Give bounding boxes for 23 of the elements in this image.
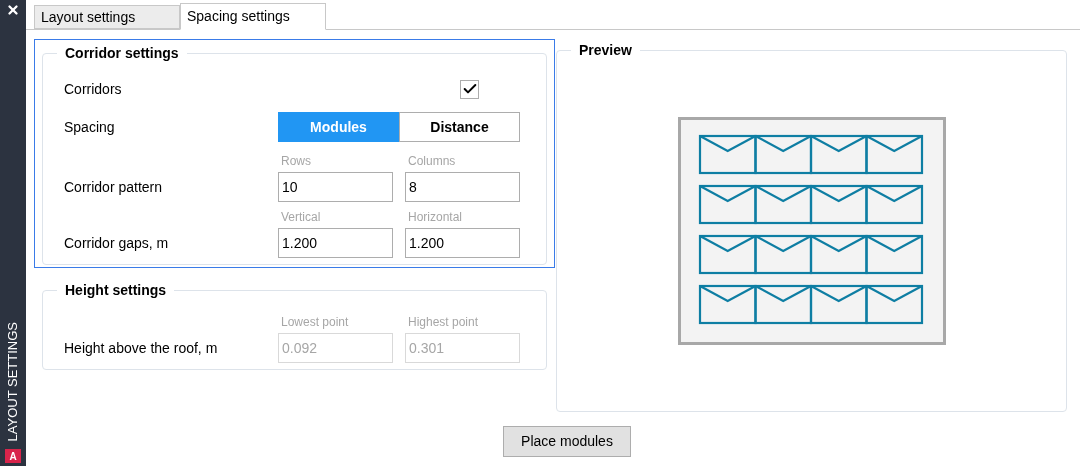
place-modules-button[interactable]: Place modules [503, 426, 631, 457]
spacing-option[interactable]: Distance [399, 112, 520, 142]
number-field[interactable]: 10 [278, 172, 393, 202]
number-field[interactable]: 1.200 [278, 228, 393, 258]
field-label: Corridor pattern [64, 177, 164, 197]
field-label: Height above the roof, m [64, 338, 219, 358]
app-logo: A [5, 449, 21, 463]
field-caption: Columns [407, 153, 457, 170]
field-caption: Rows [280, 153, 312, 170]
field-label: Corridor gaps, m [64, 233, 170, 253]
field-caption: Vertical [280, 209, 322, 226]
field-caption: Horizontal [407, 209, 464, 226]
corridors-checkbox[interactable] [460, 79, 479, 99]
tab[interactable]: Spacing settings [180, 3, 326, 30]
number-field[interactable]: 8 [405, 172, 520, 202]
field-caption: Highest point [407, 314, 480, 331]
field-label: Corridors [64, 79, 123, 99]
panel-title: LAYOUT SETTINGS [4, 321, 22, 441]
field-label: Spacing [64, 117, 116, 137]
tab[interactable]: Layout settings [34, 5, 180, 29]
field-caption: Lowest point [280, 314, 350, 331]
number-field[interactable]: 1.200 [405, 228, 520, 258]
close-icon[interactable] [6, 3, 20, 17]
